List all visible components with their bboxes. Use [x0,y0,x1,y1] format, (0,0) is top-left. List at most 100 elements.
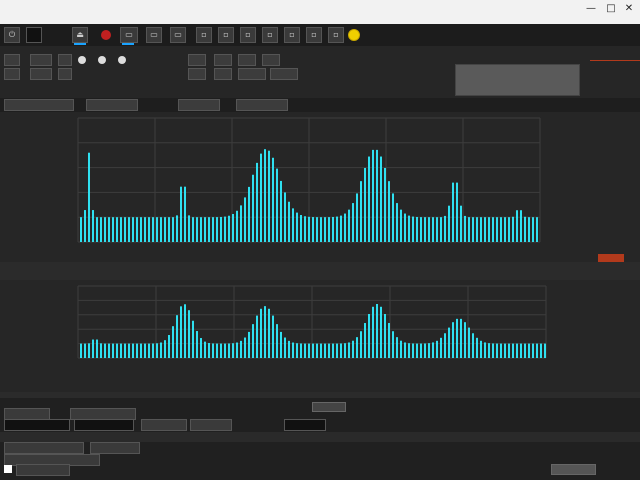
timebase-select[interactable] [238,68,266,80]
chart-bar [256,162,258,242]
coupling-select[interactable] [262,54,280,66]
options-row[interactable] [90,442,140,454]
chart-bar [228,343,230,358]
chart-bar [232,213,234,242]
level-select[interactable] [214,54,232,66]
tab-markers[interactable] [178,99,220,111]
chart-bar [136,217,138,242]
chart-bar [100,217,102,242]
chart-bar [264,306,266,358]
option-radio[interactable] [78,56,86,64]
tool-6-button[interactable]: ▫ [306,27,322,43]
trigger-select[interactable] [188,54,206,66]
upper-waveform-chart[interactable] [0,112,640,262]
tab-spectrum[interactable] [86,99,138,111]
input-field[interactable] [190,419,232,431]
minimize-button[interactable]: — [584,2,598,16]
options-row[interactable] [16,464,70,476]
chart-bar [312,217,314,242]
meter-button[interactable]: ▭ [170,27,186,43]
chart-bar [216,217,218,242]
chart-bar [316,217,318,242]
checkbox[interactable] [4,465,12,473]
status-indicator-icon[interactable] [348,29,360,41]
scale-select[interactable] [30,68,52,80]
chart-bar [440,217,442,242]
tool-1-button[interactable]: ▫ [196,27,212,43]
tab-waveform[interactable] [4,99,74,111]
chart-bar [412,343,414,358]
chart-bar [200,217,202,242]
options-row[interactable] [4,442,84,454]
option-radio[interactable] [118,56,126,64]
preview-thumbnail[interactable] [455,64,580,96]
position-select[interactable] [214,68,232,80]
chart-bar [328,343,330,358]
chart-bar [428,217,430,242]
source-select[interactable] [58,54,72,66]
chart-bar [128,217,130,242]
chart-bar [84,210,86,242]
display-a-button[interactable]: ▭ [120,27,138,43]
apply-button[interactable] [312,402,346,412]
chart-bar [488,217,490,242]
channel-select[interactable] [4,68,20,80]
lower-waveform-chart[interactable] [0,280,640,392]
record-icon[interactable] [101,30,111,40]
chart-bar [392,193,394,242]
chart-bar [280,331,282,358]
input-field[interactable] [4,419,70,431]
option-radio[interactable] [98,56,106,64]
power-icon[interactable]: ⏻ [4,27,20,43]
close-button[interactable]: ✕ [622,2,636,16]
chart-bar [260,153,262,242]
chart-bar [488,343,490,358]
tool-7-button[interactable]: ▫ [328,27,344,43]
chart-bar [204,217,206,242]
chart-bar [288,201,290,242]
chart-bar [348,342,350,358]
chart-bar [500,217,502,242]
chart-bar [452,182,454,242]
mode-select[interactable] [4,54,20,66]
acquire-select[interactable] [270,68,298,80]
range-select[interactable] [30,54,52,66]
input-field[interactable] [284,419,326,431]
chart-bar [500,343,502,358]
chart-bar [152,343,154,358]
tool-3-button[interactable]: ▫ [240,27,256,43]
chart-bar [272,315,274,358]
chart-bar [108,217,110,242]
input-field[interactable] [141,419,187,431]
chart-bar [332,343,334,358]
holdoff-select[interactable] [188,68,206,80]
chart-bar [456,182,458,242]
tool-4-button[interactable]: ▫ [262,27,278,43]
chart-bar [260,308,262,358]
display-b-button[interactable]: ▭ [146,27,162,43]
chart-bar [124,343,126,358]
slope-select[interactable] [238,54,256,66]
chart-bar [308,343,310,358]
chart-bar [296,212,298,242]
tab-analysis[interactable] [236,99,288,111]
chart-bar [220,216,222,242]
chart-bar [236,210,238,242]
chart-bar [100,343,102,358]
title-bar: — □ ✕ [0,0,640,24]
chart-bar [96,217,98,242]
eject-icon[interactable]: ⏏ [72,27,88,43]
tool-2-button[interactable]: ▫ [218,27,234,43]
chart-bar [352,203,354,242]
tool-5-button[interactable]: ▫ [284,27,300,43]
separator [0,432,640,442]
maximize-button[interactable]: □ [604,2,618,16]
input-field[interactable] [74,419,134,431]
run-button[interactable] [551,464,596,475]
chart-bar [304,343,306,358]
chart-bar [380,156,382,242]
chart-bar [244,337,246,358]
chart-bar [244,197,246,242]
offset-select[interactable] [58,68,72,80]
record-toggle-button[interactable] [26,27,42,43]
